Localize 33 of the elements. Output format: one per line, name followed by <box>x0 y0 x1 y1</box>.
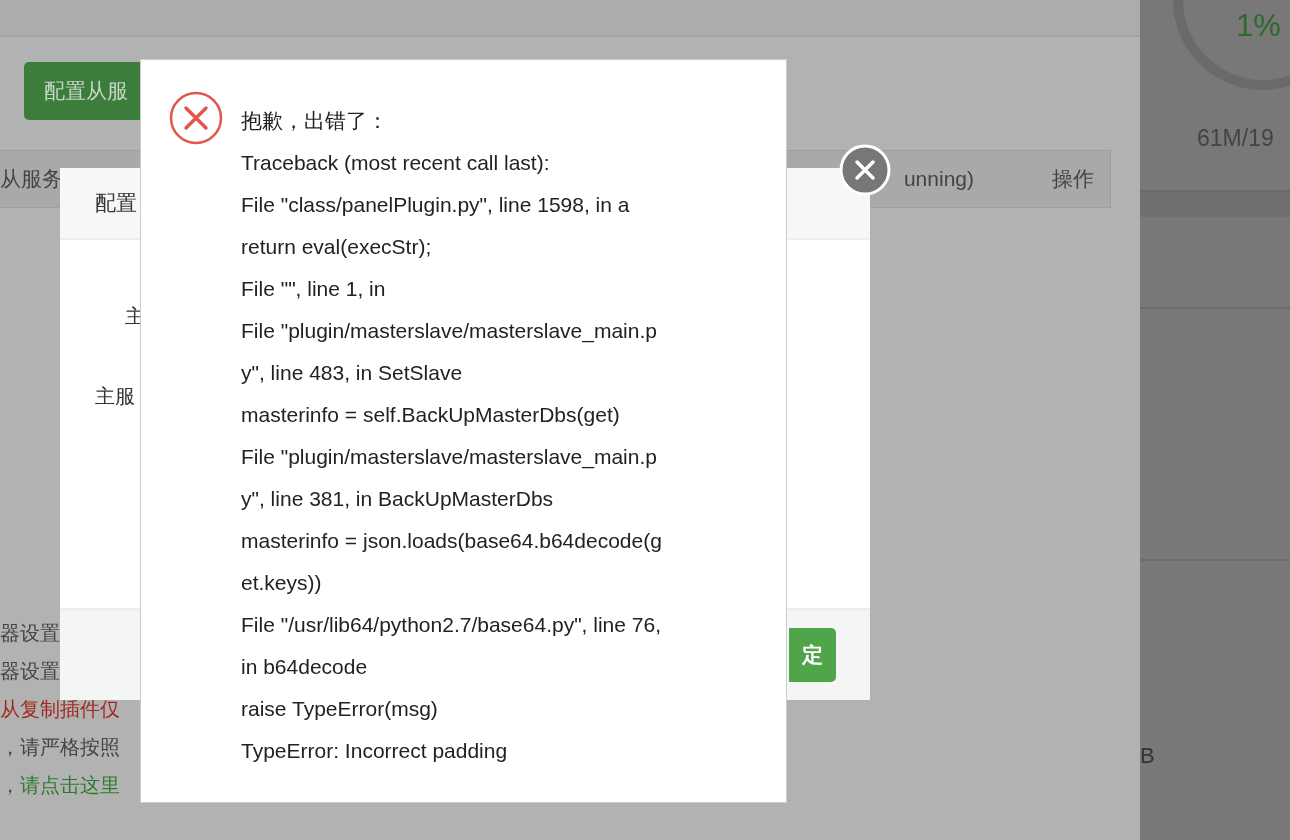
traceback-line: masterinfo = self.BackUpMasterDbs(get) <box>241 402 621 428</box>
size-text: B <box>1140 743 1156 769</box>
error-icon <box>168 90 224 146</box>
traceback-line: in b64decode <box>241 654 369 680</box>
note-text: ，请严格按照 <box>0 735 120 760</box>
note-text: ， <box>0 773 20 798</box>
traceback-line: File "plugin/masterslave/masterslave_main.p <box>241 444 658 471</box>
traceback-line: Traceback (most recent call last): <box>241 150 551 176</box>
traceback-line: et.keys)) <box>241 570 323 596</box>
note-text: 从复制插件仅 <box>0 697 120 722</box>
traceback-line: File "", line 1, in <box>241 276 387 302</box>
confirm-button[interactable]: 定 <box>789 628 836 682</box>
dialog-title: 配置 <box>95 190 137 216</box>
column-header: unning) <box>903 167 974 191</box>
traceback-line: y", line 483, in SetSlave <box>241 360 464 386</box>
config-slave-button[interactable]: 配置从服 <box>24 62 140 120</box>
traceback-line: File "class/panelPlugin.py", line 1598, in a <box>241 192 631 218</box>
field-label: 主服 <box>95 384 135 409</box>
column-header: 从服务 <box>0 166 63 192</box>
column-header: 操作 <box>1052 166 1094 192</box>
traceback-line: raise TypeError(msg) <box>241 696 439 722</box>
traceback-line: File "/usr/lib64/python2.7/base64.py", line 76, <box>241 612 662 638</box>
usage-percent: 1% <box>1236 8 1281 44</box>
traceback-line: TypeError: Incorrect padding <box>241 738 509 764</box>
traceback-line: return eval(execStr); <box>241 234 433 260</box>
traceback-line: y", line 381, in BackUpMasterDbs <box>241 486 555 512</box>
note-text: 器设置 <box>0 621 61 646</box>
error-heading: 抱歉，出错了： <box>241 108 389 134</box>
note-text: 器设置 <box>0 659 61 684</box>
traceback-line: File "plugin/masterslave/masterslave_main.p <box>241 318 658 345</box>
close-icon[interactable] <box>839 144 891 196</box>
help-link[interactable]: 请点击这里 <box>20 770 120 800</box>
traceback-line: masterinfo = json.loads(base64.b64decode(g <box>241 528 662 554</box>
